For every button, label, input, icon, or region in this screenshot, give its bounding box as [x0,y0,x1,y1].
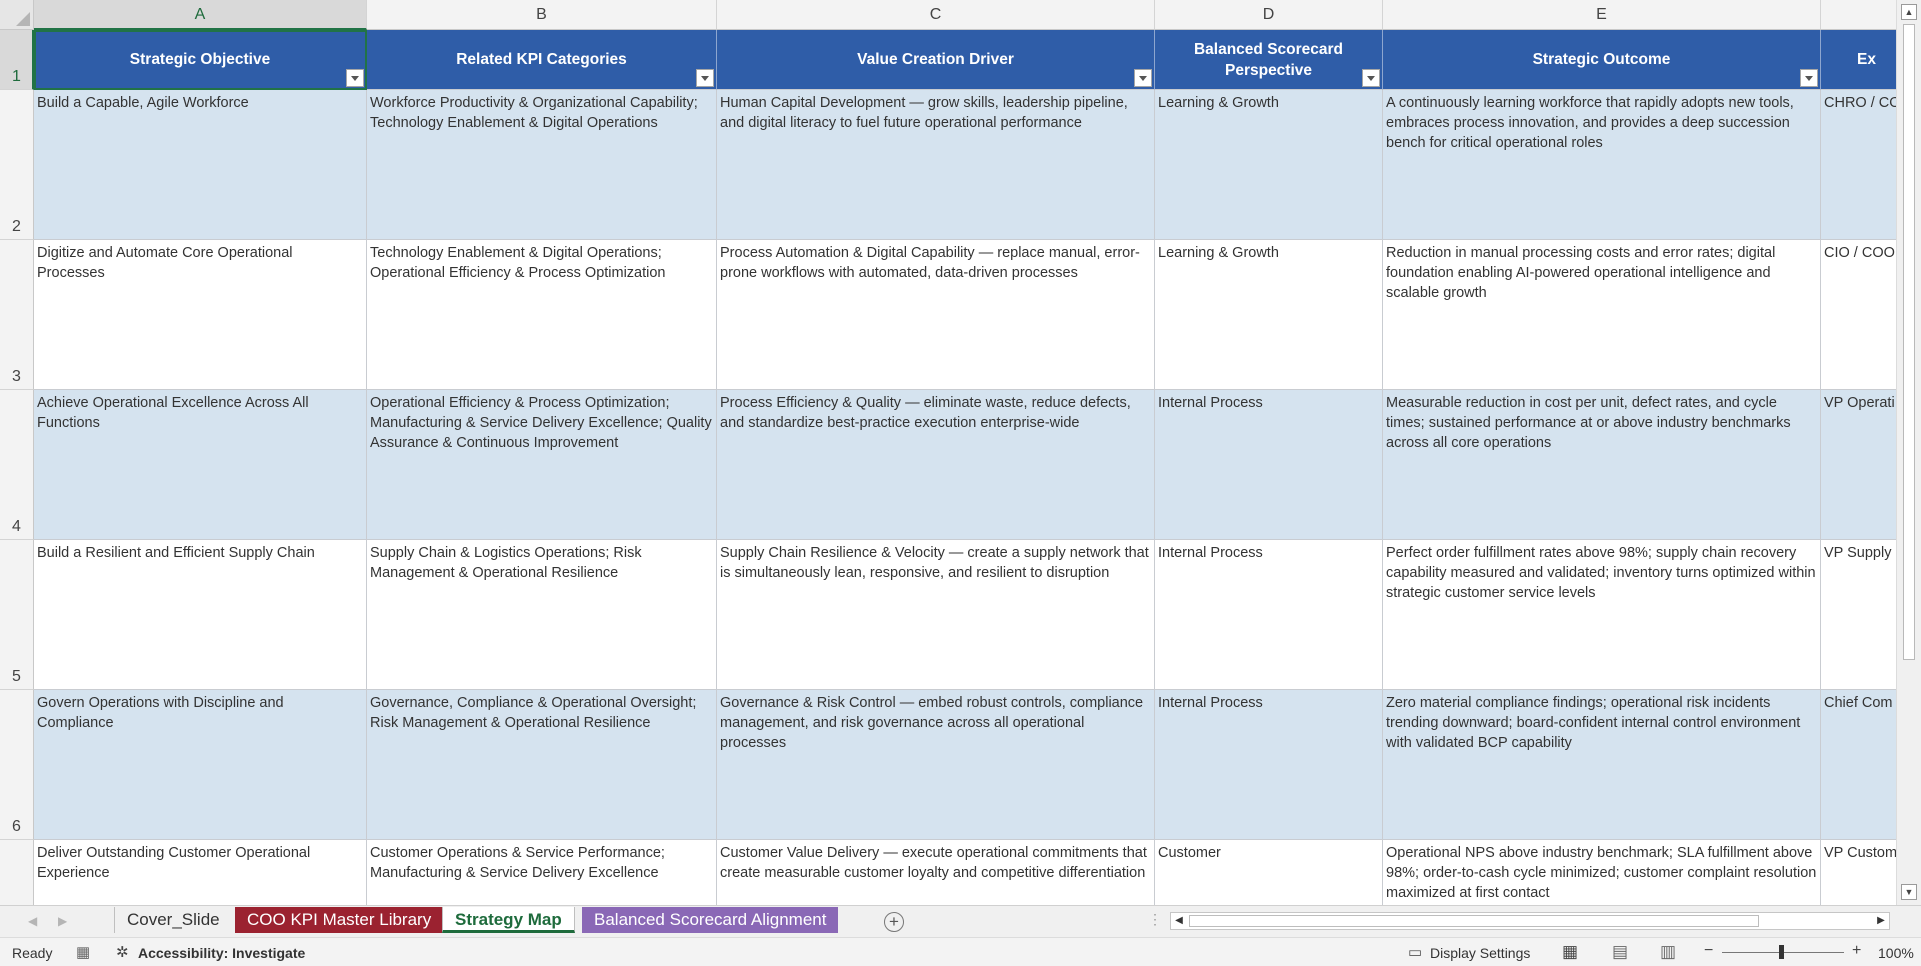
cell-kpi-categories[interactable]: Governance, Compliance & Operational Ove… [367,690,717,840]
spreadsheet-grid[interactable]: A B C D E 1 2 3 4 5 6 Strategic Objectiv… [0,0,1921,905]
row-header-7[interactable] [0,840,34,905]
column-header-c[interactable]: C [717,0,1155,30]
chevron-down-icon [1139,75,1147,81]
scroll-down-button[interactable]: ▼ [1901,884,1917,900]
filter-dropdown-button[interactable] [1800,69,1818,87]
page-layout-view-icon[interactable]: ▤ [1612,942,1628,962]
cell-objective[interactable]: Build a Resilient and Efficient Supply C… [34,540,367,690]
scroll-up-button[interactable]: ▲ [1901,4,1917,20]
tab-scroll-left-icon[interactable]: ◀ [28,914,37,928]
filter-dropdown-button[interactable] [346,69,364,87]
header-cell-value-creation-driver[interactable]: Value Creation Driver [717,30,1155,90]
display-settings-button[interactable]: Display Settings [1430,945,1530,961]
sheet-tab-strategy-map[interactable]: Strategy Map [442,907,575,933]
horizontal-scrollbar[interactable]: ◀ ▶ [1170,912,1890,930]
cell-value-driver[interactable]: Process Efficiency & Quality — eliminate… [717,390,1155,540]
header-label: Balanced Scorecard Perspective [1193,40,1344,79]
cell-perspective[interactable]: Learning & Growth [1155,240,1383,390]
zoom-in-button[interactable]: + [1852,942,1861,960]
status-ready: Ready [12,945,53,961]
macro-record-icon[interactable]: ▦ [76,943,90,961]
chevron-down-icon [1805,75,1813,81]
cell-objective[interactable]: Build a Capable, Agile Workforce [34,90,367,240]
filter-dropdown-button[interactable] [696,69,714,87]
vertical-scrollbar[interactable]: ▲ ▼ [1896,0,1921,905]
cell-outcome[interactable]: Operational NPS above industry benchmark… [1383,840,1821,905]
cell-perspective[interactable]: Internal Process [1155,390,1383,540]
header-cell-related-kpi-categories[interactable]: Related KPI Categories [367,30,717,90]
display-settings-icon: ▭ [1408,944,1423,961]
tab-scroll-right-icon[interactable]: ▶ [58,914,67,928]
filter-dropdown-button[interactable] [1362,69,1380,87]
zoom-out-button[interactable]: − [1704,942,1713,960]
cell-objective[interactable]: Deliver Outstanding Customer Operational… [34,840,367,905]
row-header-2[interactable]: 2 [0,90,34,240]
cell-objective[interactable]: Achieve Operational Excellence Across Al… [34,390,367,540]
zoom-level[interactable]: 100% [1878,945,1914,961]
add-sheet-button[interactable]: + [884,912,904,932]
cell-perspective[interactable]: Customer [1155,840,1383,905]
row-header-4[interactable]: 4 [0,390,34,540]
header-cell-strategic-objective[interactable]: Strategic Objective [34,30,367,90]
cell-kpi-categories[interactable]: Supply Chain & Logistics Operations; Ris… [367,540,717,690]
chevron-down-icon [1367,75,1375,81]
cell-value-driver[interactable]: Human Capital Development — grow skills,… [717,90,1155,240]
horizontal-scrollbar-thumb[interactable] [1189,915,1759,927]
header-label: Strategic Objective [129,51,271,68]
column-header-d[interactable]: D [1155,0,1383,30]
scroll-right-icon[interactable]: ▶ [1874,914,1888,928]
chevron-down-icon [351,75,359,81]
cell-perspective[interactable]: Learning & Growth [1155,90,1383,240]
cell-outcome[interactable]: Perfect order fulfillment rates above 98… [1383,540,1821,690]
header-label: Ex [1857,51,1876,68]
header-cell-strategic-outcome[interactable]: Strategic Outcome [1383,30,1821,90]
cell-objective[interactable]: Govern Operations with Discipline and Co… [34,690,367,840]
scroll-left-icon[interactable]: ◀ [1172,914,1186,928]
accessibility-status[interactable]: Accessibility: Investigate [138,945,305,961]
sheet-tab-bar: ◀ ▶ Cover_Slide COO KPI Master Library S… [0,905,1921,937]
sheet-tab-coo-kpi-master-library[interactable]: COO KPI Master Library [235,907,444,933]
scrollbar-thumb[interactable] [1903,24,1915,660]
column-header-a[interactable]: A [34,0,367,30]
cell-kpi-categories[interactable]: Operational Efficiency & Process Optimiz… [367,390,717,540]
cell-outcome[interactable]: Measurable reduction in cost per unit, d… [1383,390,1821,540]
select-all-corner[interactable] [0,0,34,30]
cell-value-driver[interactable]: Customer Value Delivery — execute operat… [717,840,1155,905]
chevron-down-icon [701,75,709,81]
cell-outcome[interactable]: Reduction in manual processing costs and… [1383,240,1821,390]
header-label: Related KPI Categories [456,51,627,68]
cell-value-driver[interactable]: Process Automation & Digital Capability … [717,240,1155,390]
sheet-tab-balanced-scorecard-alignment[interactable]: Balanced Scorecard Alignment [582,907,839,933]
cell-objective[interactable]: Digitize and Automate Core Operational P… [34,240,367,390]
page-break-view-icon[interactable]: ▥ [1660,942,1676,962]
cell-value-driver[interactable]: Governance & Risk Control — embed robust… [717,690,1155,840]
cell-outcome[interactable]: A continuously learning workforce that r… [1383,90,1821,240]
accessibility-icon: ✲ [116,944,129,961]
row-header-6[interactable]: 6 [0,690,34,840]
header-cell-balanced-scorecard-perspective[interactable]: Balanced Scorecard Perspective [1155,30,1383,90]
cell-outcome[interactable]: Zero material compliance findings; opera… [1383,690,1821,840]
cell-kpi-categories[interactable]: Workforce Productivity & Organizational … [367,90,717,240]
zoom-slider-thumb[interactable] [1779,945,1784,959]
cell-kpi-categories[interactable]: Technology Enablement & Digital Operatio… [367,240,717,390]
tab-splitter-handle[interactable]: ⋮ [1148,911,1162,928]
normal-view-icon[interactable]: ▦ [1562,942,1578,962]
status-bar: Ready ▦ ✲ Accessibility: Investigate ▭ D… [0,937,1921,966]
cell-value-driver[interactable]: Supply Chain Resilience & Velocity — cre… [717,540,1155,690]
cell-kpi-categories[interactable]: Customer Operations & Service Performanc… [367,840,717,905]
filter-dropdown-button[interactable] [1134,69,1152,87]
column-header-e[interactable]: E [1383,0,1821,30]
column-header-b[interactable]: B [367,0,717,30]
cell-perspective[interactable]: Internal Process [1155,690,1383,840]
cell-perspective[interactable]: Internal Process [1155,540,1383,690]
row-header-5[interactable]: 5 [0,540,34,690]
row-header-1[interactable]: 1 [0,30,34,90]
row-header-3[interactable]: 3 [0,240,34,390]
sheet-tab-cover-slide[interactable]: Cover_Slide [114,907,232,933]
header-label: Strategic Outcome [1532,51,1671,68]
header-label: Value Creation Driver [857,51,1014,68]
